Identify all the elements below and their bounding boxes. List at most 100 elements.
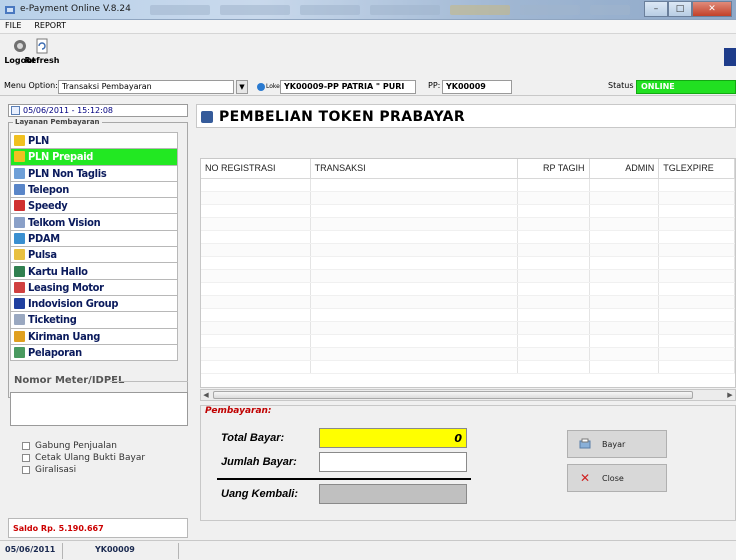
bayar-button[interactable]: Bayar [567, 430, 667, 458]
table-cell [590, 361, 660, 373]
menu-report[interactable]: REPORT [29, 20, 71, 31]
table-cell [659, 335, 735, 347]
table-row[interactable] [201, 335, 735, 348]
table-row[interactable] [201, 283, 735, 296]
service-item-ticketing[interactable]: Ticketing [10, 311, 178, 329]
table-cell [201, 309, 311, 321]
page-header: PEMBELIAN TOKEN PRABAYAR [196, 104, 736, 128]
table-cell [311, 322, 518, 334]
table-row[interactable] [201, 218, 735, 231]
table-cell [659, 192, 735, 204]
table-row[interactable] [201, 322, 735, 335]
service-item-pelaporan[interactable]: Pelaporan [10, 343, 178, 362]
refresh-label: Refresh [24, 56, 60, 65]
column-no-registrasi[interactable]: NO REGISTRASI [201, 159, 311, 178]
table-cell [518, 283, 590, 295]
maximize-button[interactable]: □ [668, 1, 692, 17]
service-item-leasing-motor[interactable]: Leasing Motor [10, 278, 178, 296]
table-cell [518, 218, 590, 230]
service-item-pln-non-taglis[interactable]: PLN Non Taglis [10, 164, 178, 182]
table-row[interactable] [201, 192, 735, 205]
scroll-right-icon[interactable]: ▶ [725, 390, 735, 400]
menu-option-label: Menu Option: [4, 81, 58, 90]
chevron-down-icon[interactable]: ▼ [236, 80, 248, 94]
table-cell [659, 244, 735, 256]
checkbox-cetak-ulang[interactable]: Cetak Ulang Bukti Bayar [22, 452, 145, 464]
service-label: Speedy [28, 199, 68, 213]
horizontal-scrollbar[interactable]: ◀ ▶ [200, 389, 736, 401]
app-icon [5, 6, 15, 14]
pp-field[interactable]: YK00009 [442, 80, 512, 94]
close-label: Close [602, 473, 624, 483]
service-item-kartu-hallo[interactable]: Kartu Hallo [10, 262, 178, 280]
service-item-pln[interactable]: PLN [10, 132, 178, 150]
pln-nontaglis-icon [14, 167, 25, 179]
blurred-tab [220, 5, 290, 15]
table-cell [518, 335, 590, 347]
toolbar-logo [724, 48, 736, 66]
service-label: Kiriman Uang [28, 329, 101, 343]
table-cell [590, 218, 660, 230]
speedy-icon [14, 200, 25, 212]
table-cell [311, 218, 518, 230]
service-item-kiriman-uang[interactable]: Kiriman Uang [10, 327, 178, 345]
menu-file[interactable]: FILE [0, 20, 26, 31]
table-cell [311, 348, 518, 360]
jumlah-bayar-input[interactable] [319, 452, 467, 472]
table-row[interactable] [201, 244, 735, 257]
main-panel: PEMBELIAN TOKEN PRABAYAR NO REGISTRASI T… [196, 100, 736, 540]
scroll-thumb[interactable] [213, 391, 693, 399]
checkbox-giralisasi[interactable]: Giralisasi [22, 464, 145, 476]
table-row[interactable] [201, 309, 735, 322]
checkbox-icon[interactable] [22, 454, 30, 462]
checkbox-icon[interactable] [22, 466, 30, 474]
service-item-indovision-group[interactable]: Indovision Group [10, 294, 178, 313]
service-item-telepon[interactable]: Telepon [10, 180, 178, 199]
uang-kembali-label: Uang Kembali: [221, 488, 299, 500]
close-window-button[interactable]: ✕ [692, 1, 732, 17]
table-row[interactable] [201, 361, 735, 374]
minimize-button[interactable]: – [644, 1, 668, 17]
table-row[interactable] [201, 231, 735, 244]
options-checkboxes: Gabung Penjualan Cetak Ulang Bukti Bayar… [22, 440, 145, 476]
table-cell [659, 179, 735, 191]
loket-field[interactable]: YK00009-PP PATRIA " PURI [280, 80, 416, 94]
service-label: Ticketing [28, 313, 77, 327]
table-cell [590, 283, 660, 295]
column-transaksi[interactable]: TRANSAKSI [311, 159, 518, 178]
column-rp-tagih[interactable]: RP TAGIH [518, 159, 590, 178]
table-cell [201, 218, 311, 230]
table-row[interactable] [201, 257, 735, 270]
table-row[interactable] [201, 270, 735, 283]
table-cell [659, 283, 735, 295]
column-tglexpire[interactable]: TGLEXPIRE [659, 159, 735, 178]
service-item-telkom-vision[interactable]: Telkom Vision [10, 213, 178, 231]
table-cell [201, 270, 311, 282]
checkbox-gabung-penjualan[interactable]: Gabung Penjualan [22, 440, 145, 452]
transaction-grid[interactable]: NO REGISTRASI TRANSAKSI RP TAGIH ADMIN T… [200, 158, 736, 388]
refresh-button[interactable]: Refresh [22, 34, 62, 78]
table-row[interactable] [201, 179, 735, 192]
service-item-pdam[interactable]: PDAM [10, 229, 178, 248]
service-item-speedy[interactable]: Speedy [10, 197, 178, 215]
close-button[interactable]: ✕ Close [567, 464, 667, 492]
meter-input[interactable] [10, 392, 188, 426]
uang-kembali-field [319, 484, 467, 504]
options-row: Menu Option: Transaksi Pembayaran ▼ Loke… [0, 78, 736, 96]
menu-option-select[interactable]: Transaksi Pembayaran [58, 80, 234, 94]
table-row[interactable] [201, 348, 735, 361]
table-row[interactable] [201, 205, 735, 218]
service-item-pln-prepaid[interactable]: PLN Prepaid [10, 148, 178, 166]
window-controls: – □ ✕ [644, 1, 732, 17]
column-admin[interactable]: ADMIN [590, 159, 660, 178]
checkbox-icon[interactable] [22, 442, 30, 450]
meter-legend: Nomor Meter/IDPEL [14, 375, 125, 386]
token-icon [201, 111, 213, 123]
table-cell [201, 257, 311, 269]
table-row[interactable] [201, 296, 735, 309]
meter-divider [110, 381, 188, 382]
scroll-left-icon[interactable]: ◀ [201, 390, 211, 400]
jumlah-bayar-label: Jumlah Bayar: [221, 456, 297, 468]
service-item-pulsa[interactable]: Pulsa [10, 246, 178, 264]
table-cell [311, 231, 518, 243]
